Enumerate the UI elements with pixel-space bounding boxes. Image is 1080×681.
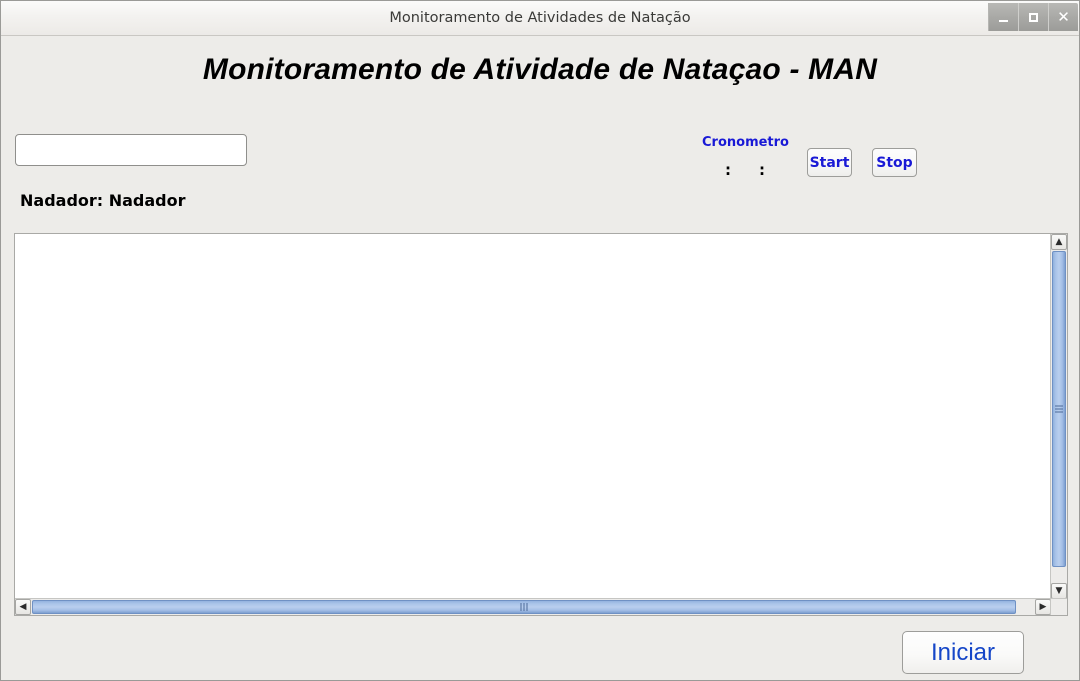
start-button[interactable]: Start <box>807 148 852 177</box>
iniciar-button[interactable]: Iniciar <box>902 631 1024 674</box>
swimmer-name-label: Nadador: Nadador <box>20 191 186 210</box>
chronometer-display: : : <box>691 159 799 181</box>
window-controls: ✕ <box>988 3 1078 31</box>
chronometer-separator-1: : <box>725 161 731 179</box>
log-textarea[interactable] <box>15 234 1051 599</box>
log-textarea-content <box>15 234 1050 240</box>
stop-button[interactable]: Stop <box>872 148 917 177</box>
maximize-icon <box>1029 12 1038 22</box>
scroll-right-icon[interactable]: ▶ <box>1035 599 1051 615</box>
scroll-up-icon[interactable]: ▲ <box>1051 234 1067 250</box>
horizontal-scrollbar[interactable]: ◀ ▶ <box>15 598 1051 615</box>
scroll-left-icon[interactable]: ◀ <box>15 599 31 615</box>
window-title: Monitoramento de Atividades de Natação <box>389 10 691 26</box>
minimize-button[interactable] <box>988 3 1018 31</box>
swimmer-name-input[interactable] <box>15 134 247 166</box>
close-button[interactable]: ✕ <box>1048 3 1078 31</box>
scrollbar-corner <box>1050 598 1067 615</box>
vertical-scrollbar[interactable]: ▲ ▼ <box>1050 234 1067 599</box>
chronometer-title: Cronometro <box>702 135 789 150</box>
horizontal-scrollbar-grip <box>520 603 528 611</box>
log-textarea-container: ▲ ▼ ◀ ▶ <box>14 233 1068 616</box>
vertical-scrollbar-grip <box>1055 405 1063 413</box>
close-icon: ✕ <box>1057 7 1070 26</box>
page-title: Monitoramento de Atividade de Nataçao - … <box>202 53 878 86</box>
maximize-button[interactable] <box>1018 3 1048 31</box>
horizontal-scrollbar-thumb[interactable] <box>32 600 1016 614</box>
chronometer-separator-2: : <box>759 161 765 179</box>
application-window: Monitoramento de Atividades de Natação ✕… <box>0 0 1080 681</box>
scroll-down-icon[interactable]: ▼ <box>1051 583 1067 599</box>
title-bar: Monitoramento de Atividades de Natação ✕ <box>1 1 1079 36</box>
minimize-icon <box>999 20 1008 22</box>
vertical-scrollbar-thumb[interactable] <box>1052 251 1066 567</box>
